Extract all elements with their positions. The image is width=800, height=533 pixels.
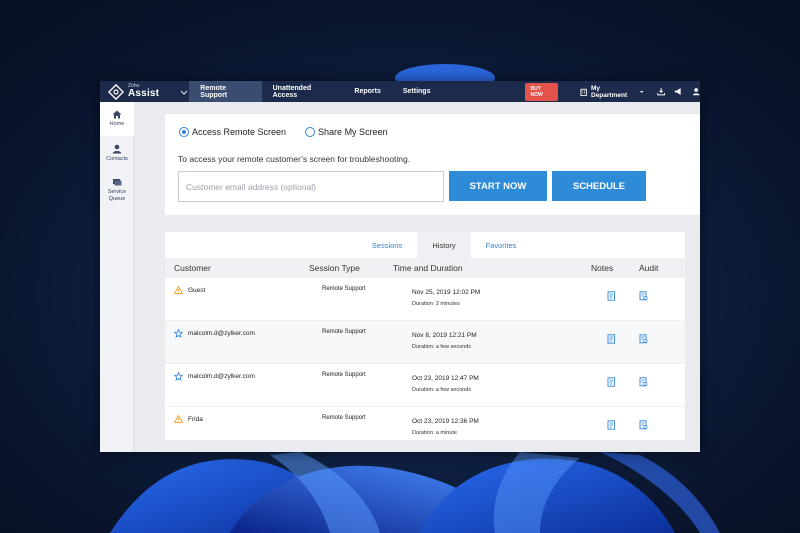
- radio-checked[interactable]: [179, 127, 189, 137]
- session-date: Oct 23, 2019 12:36 PM: [412, 418, 479, 425]
- customer-cell: Guest: [174, 286, 205, 294]
- tab-remote-support[interactable]: Remote Support: [189, 81, 262, 102]
- tab-sessions[interactable]: Sessions: [361, 232, 413, 258]
- share-my-screen-option[interactable]: Share My Screen: [305, 127, 388, 137]
- sidebar-item-label: Home: [109, 121, 125, 128]
- audit-icon[interactable]: [639, 291, 648, 301]
- tab-favorites[interactable]: Favorites: [475, 232, 527, 258]
- session-date: Nov 8, 2019 12:21 PM: [412, 332, 477, 339]
- session-type-cell: Remote Support: [322, 415, 366, 421]
- sidebar-item-service-queue[interactable]: Service Queue: [100, 170, 134, 210]
- notes-icon[interactable]: [607, 291, 616, 301]
- customer-name: malcolm.d@zylker.com: [188, 373, 255, 380]
- audit-icon[interactable]: [639, 420, 648, 430]
- brand-logo[interactable]: Zoho Assist: [100, 81, 189, 102]
- sidebar-item-label: Service Queue: [107, 189, 127, 202]
- contact-icon: [112, 144, 122, 154]
- customer-cell: Frida: [174, 415, 203, 423]
- queue-icon: [113, 179, 122, 186]
- session-date: Nov 25, 2019 12:02 PM: [412, 289, 481, 296]
- brand-name: Assist: [128, 88, 160, 99]
- tab-history[interactable]: History: [417, 232, 471, 258]
- tab-reports[interactable]: Reports: [343, 81, 391, 102]
- sidebar-item-label: Contacts: [106, 155, 128, 162]
- star-icon[interactable]: [174, 329, 183, 338]
- session-type-cell: Remote Support: [322, 286, 366, 292]
- customer-name: Frida: [188, 415, 203, 423]
- home-icon: [112, 110, 122, 119]
- zoho-assist-window: Zoho Assist Remote Support Unattended Ac…: [100, 81, 700, 452]
- user-icon[interactable]: [692, 87, 700, 96]
- customer-name: malcolm.d@zylker.com: [188, 330, 255, 337]
- warning-icon: [174, 415, 183, 423]
- session-duration: Duration: a few seconds: [412, 344, 472, 350]
- col-session-type[interactable]: Session Type: [309, 263, 360, 273]
- caret-down-icon: [639, 90, 644, 93]
- table-row[interactable]: malcolm.d@zylker.com Remote Support Nov …: [165, 321, 685, 364]
- history-table-header: Customer Session Type Time and Duration …: [165, 258, 685, 278]
- col-time-duration[interactable]: Time and Duration: [393, 263, 463, 273]
- session-type-cell: Remote Support: [322, 372, 366, 378]
- sidebar-item-home[interactable]: Home: [100, 102, 134, 136]
- department-selector[interactable]: My Department: [580, 85, 648, 99]
- session-duration: Duration: a minute: [412, 430, 457, 436]
- schedule-button[interactable]: SCHEDULE: [552, 171, 646, 201]
- megaphone-icon[interactable]: [674, 87, 682, 96]
- tab-unattended-access[interactable]: Unattended Access: [262, 81, 344, 102]
- table-row[interactable]: malcolm.d@zylker.com Remote Support Oct …: [165, 364, 685, 407]
- notes-icon[interactable]: [607, 334, 616, 344]
- chevron-down-icon[interactable]: [179, 87, 189, 97]
- table-row[interactable]: Guest Remote Support Nov 25, 2019 12:02 …: [165, 278, 685, 321]
- audit-icon[interactable]: [639, 377, 648, 387]
- tab-settings[interactable]: Settings: [392, 81, 442, 102]
- customer-cell: malcolm.d@zylker.com: [174, 329, 255, 338]
- customer-name: Guest: [188, 286, 206, 294]
- session-type-cell: Remote Support: [322, 329, 366, 335]
- sidebar: Home Contacts Service Queue: [100, 102, 134, 452]
- start-now-button[interactable]: START NOW: [449, 171, 547, 201]
- department-label: My Department: [591, 84, 628, 99]
- session-duration: Duration: 2 minutes: [412, 301, 460, 307]
- buy-now-button[interactable]: BUY NOW: [525, 82, 558, 101]
- session-description: To access your remote customer’s screen …: [178, 154, 411, 164]
- option-label: Share My Screen: [318, 127, 388, 137]
- notes-icon[interactable]: [607, 420, 616, 430]
- option-label: Access Remote Screen: [192, 127, 287, 137]
- session-duration: Duration: a few seconds: [412, 387, 472, 393]
- zoho-logo-icon: [108, 83, 124, 100]
- session-date: Oct 23, 2019 12:47 PM: [412, 375, 479, 382]
- sidebar-item-contacts[interactable]: Contacts: [100, 136, 134, 170]
- warning-icon: [174, 286, 183, 294]
- radio-unchecked[interactable]: [305, 127, 316, 137]
- history-tabs: Sessions History Favorites: [165, 232, 685, 258]
- table-row[interactable]: Frida Remote Support Oct 23, 2019 12:36 …: [165, 407, 685, 450]
- star-icon[interactable]: [174, 372, 183, 381]
- start-session-panel: Access Remote Screen Share My Screen To …: [165, 114, 700, 215]
- customer-email-input[interactable]: [178, 171, 444, 202]
- notes-icon[interactable]: [607, 377, 616, 387]
- history-panel: Sessions History Favorites Customer Sess…: [165, 232, 685, 440]
- access-remote-screen-option[interactable]: Access Remote Screen: [179, 127, 286, 137]
- col-notes: Notes: [591, 263, 614, 273]
- audit-icon[interactable]: [639, 334, 648, 344]
- building-icon: [580, 88, 587, 96]
- download-icon[interactable]: [657, 87, 666, 96]
- col-customer[interactable]: Customer: [174, 263, 211, 273]
- session-mode-group: Access Remote Screen Share My Screen: [179, 127, 407, 137]
- top-nav-bar: Zoho Assist Remote Support Unattended Ac…: [100, 81, 700, 102]
- customer-cell: malcolm.d@zylker.com: [174, 372, 255, 381]
- col-audit: Audit: [639, 263, 659, 273]
